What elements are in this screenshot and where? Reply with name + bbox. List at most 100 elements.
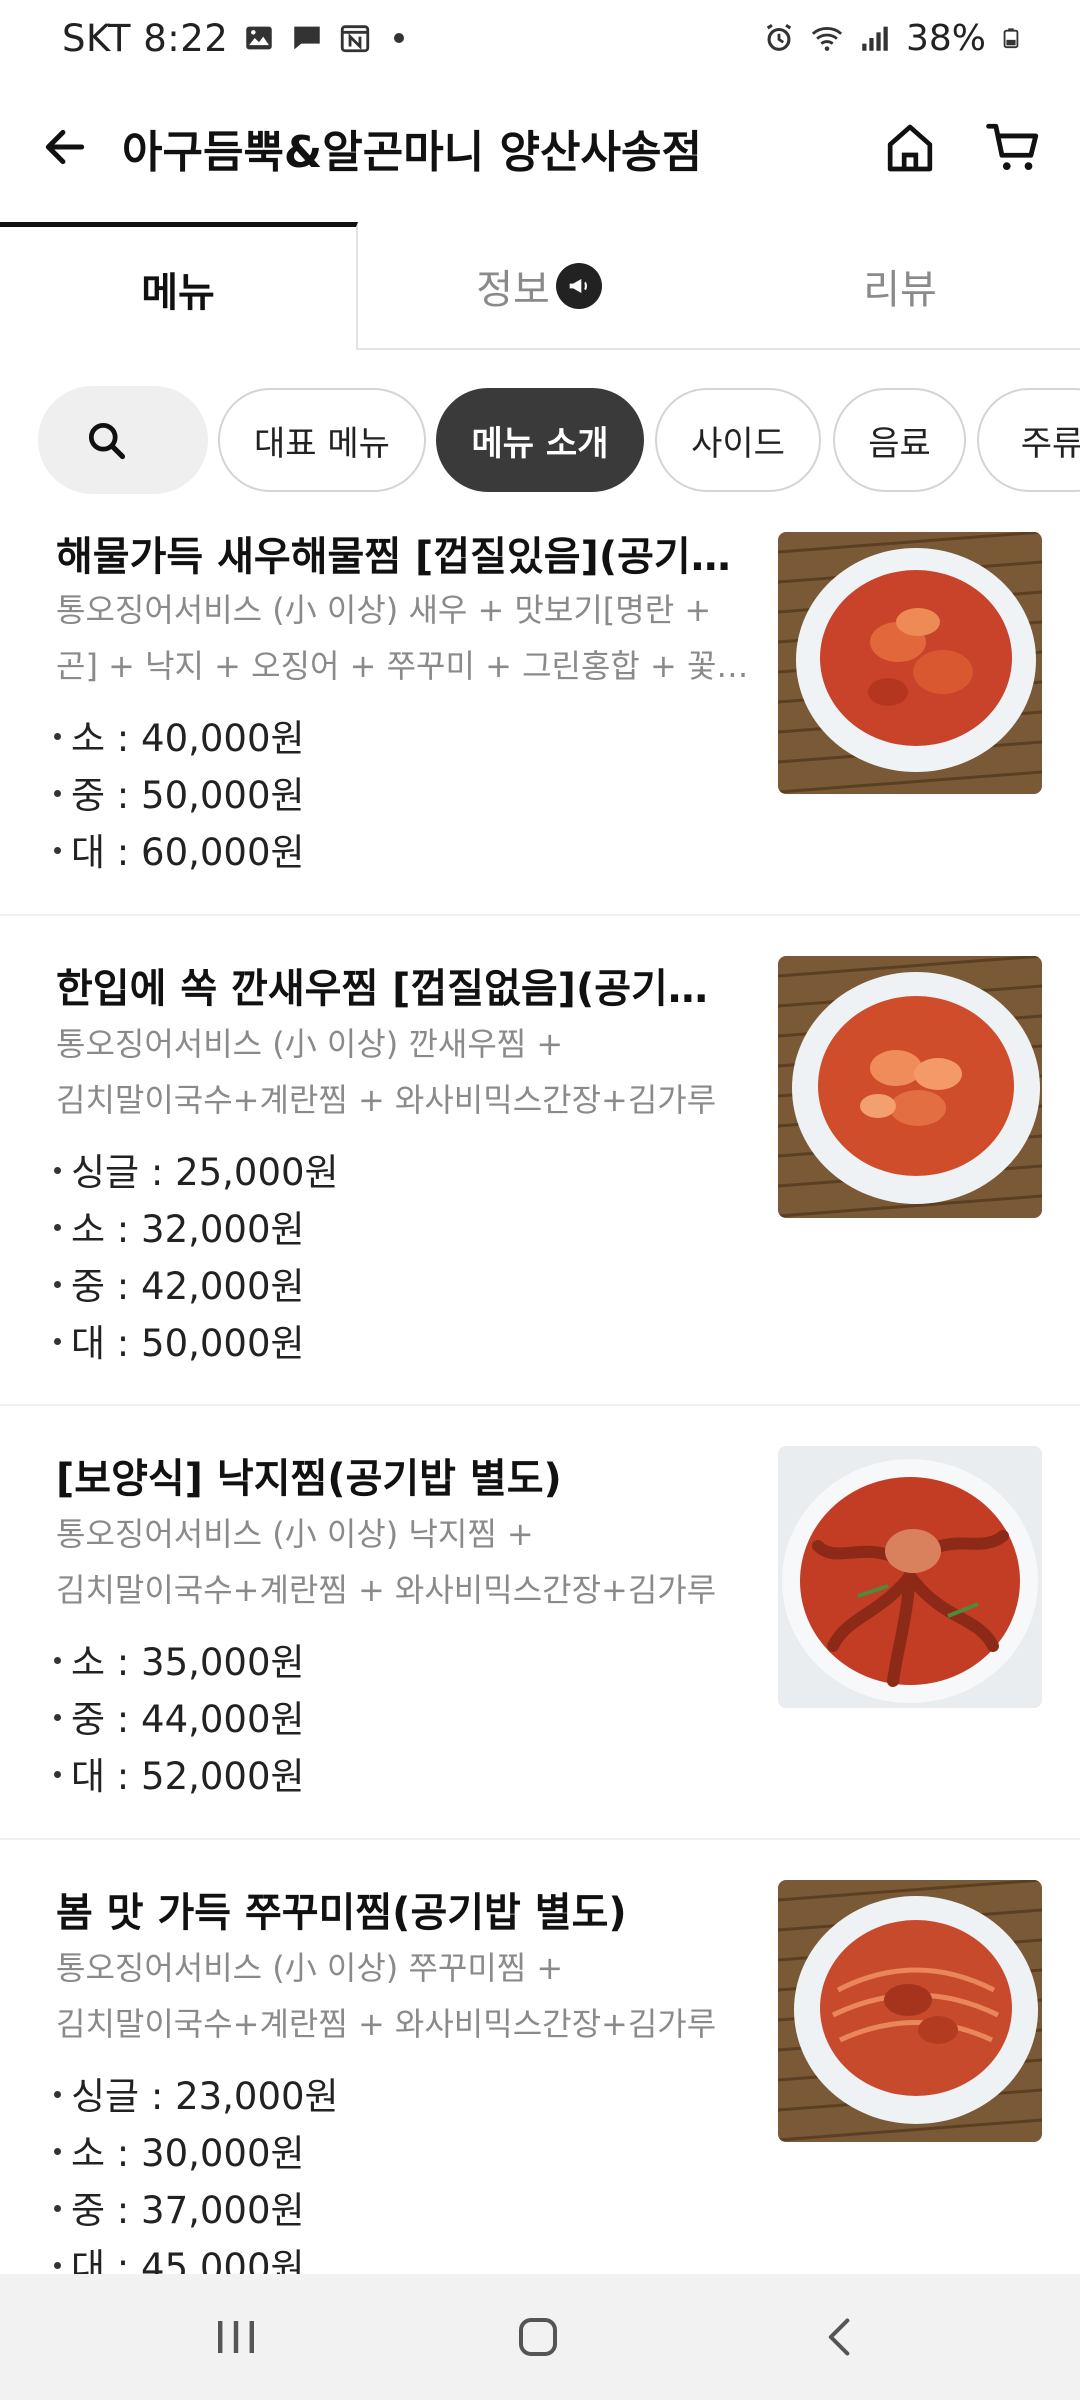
price-text: 싱글 : 23,000원	[71, 2075, 339, 2118]
price-row: 소 : 32,000원	[54, 1199, 305, 1253]
food-image	[778, 1880, 1042, 2142]
price-text: 대 : 52,000원	[71, 1755, 305, 1798]
chip-side[interactable]: 사이드	[655, 388, 821, 492]
tab-menu-label: 메뉴	[141, 269, 215, 316]
status-bar: SKT 8:22 38%	[0, 0, 1080, 76]
menu-search-button[interactable]	[38, 386, 208, 494]
menu-item-name: [보양식] 낙지찜(공기밥 별도)	[56, 1456, 562, 1502]
price-text: 중 : 42,000원	[71, 1265, 305, 1308]
menu-item-description: 통오징어서비스 (小 이상) 낙지찜 + 김치말이국수+계란찜 + 와사비믹스간…	[56, 1506, 768, 1618]
menu-list: 해물가득 새우해물찜 [껍질있음](공기… 통오징어서비스 (小 이상) 새우 …	[0, 512, 1080, 2274]
food-image	[778, 532, 1042, 794]
menu-item-description: 통오징어서비스 (小 이상) 깐새우찜 + 김치말이국수+계란찜 + 와사비믹스…	[56, 1016, 768, 1128]
menu-item-name: 해물가득 새우해물찜 [껍질있음](공기…	[56, 534, 731, 580]
menu-item-description: 통오징어서비스 (小 이상) 새우 + 맛보기[명란 + 곤] + 낙지 + 오…	[56, 582, 768, 694]
bullet	[54, 1714, 61, 1721]
bullet	[54, 1338, 61, 1345]
price-text: 중 : 37,000원	[71, 2189, 305, 2232]
price-row: 중 : 37,000원	[54, 2180, 305, 2234]
tab-info[interactable]: 정보	[358, 222, 720, 350]
price-text: 싱글 : 25,000원	[71, 1151, 339, 1194]
price-row: 대 : 45,000원	[54, 2237, 305, 2274]
menu-item[interactable]: [보양식] 낙지찜(공기밥 별도) 통오징어서비스 (小 이상) 낙지찜 + 김…	[0, 1408, 1080, 1840]
price-text: 소 : 35,000원	[71, 1641, 305, 1684]
price-row: 소 : 35,000원	[54, 1632, 305, 1686]
price-text: 대 : 50,000원	[71, 1322, 305, 1365]
menu-item-name: 봄 맛 가득 쭈꾸미찜(공기밥 별도)	[56, 1890, 627, 1936]
price-row: 싱글 : 23,000원	[54, 2066, 339, 2120]
store-tabs: 메뉴 정보 리뷰	[0, 222, 1080, 350]
description-line: 김치말이국수+계란찜 + 와사비믹스간장+김가루	[56, 1081, 717, 1119]
recent-apps-icon	[218, 2321, 254, 2353]
bullet	[54, 1657, 61, 1664]
status-left: SKT 8:22	[62, 12, 405, 64]
cart-icon	[986, 123, 1039, 170]
description-line: 통오징어서비스 (小 이상) 새우 + 맛보기[명란 +	[56, 591, 712, 629]
menu-item[interactable]: 봄 맛 가득 쭈꾸미찜(공기밥 별도) 통오징어서비스 (小 이상) 쭈꾸미찜 …	[0, 1842, 1080, 2274]
description-line: 통오징어서비스 (小 이상) 낙지찜 +	[56, 1515, 534, 1553]
home-icon	[887, 124, 933, 172]
status-time: SKT 8:22	[62, 16, 229, 60]
system-home-button[interactable]	[478, 2294, 598, 2380]
bullet	[54, 790, 61, 797]
notification-dot-icon	[394, 33, 405, 43]
description-line: 곤] + 낙지 + 오징어 + 쭈꾸미 + 그린홍합 + 꽃…	[56, 647, 749, 685]
menu-item[interactable]: 해물가득 새우해물찜 [껍질있음](공기… 통오징어서비스 (小 이상) 새우 …	[0, 512, 1080, 916]
menu-item[interactable]: 한입에 쏙 깐새우찜 [껍질없음](공기… 통오징어서비스 (小 이상) 깐새우…	[0, 918, 1080, 1406]
alarm-icon	[766, 23, 792, 51]
tab-review[interactable]: 리뷰	[720, 222, 1080, 350]
description-line: 통오징어서비스 (小 이상) 깐새우찜 +	[56, 1025, 564, 1063]
price-row: 중 : 42,000원	[54, 1256, 305, 1310]
chip-signature-menu[interactable]: 대표 메뉴	[218, 388, 426, 492]
arrow-left-icon	[45, 129, 85, 165]
price-row: 대 : 60,000원	[54, 822, 305, 876]
price-text: 소 : 32,000원	[71, 1208, 305, 1251]
bullet	[54, 1281, 61, 1288]
signal-icon	[862, 26, 888, 51]
chip-menu-intro[interactable]: 메뉴 소개	[436, 388, 644, 492]
bullet	[54, 1771, 61, 1778]
store-title: 아구듬뿍&알곤마니 양산사송점	[122, 127, 702, 178]
system-back-button[interactable]	[780, 2294, 900, 2380]
system-nav-bar	[0, 2274, 1080, 2400]
bullet	[54, 2148, 61, 2155]
recent-apps-button[interactable]	[176, 2294, 296, 2380]
search-icon	[88, 422, 126, 460]
cart-button[interactable]	[976, 110, 1052, 186]
price-text: 대 : 45,000원	[71, 2246, 305, 2274]
chip-drinks[interactable]: 음료	[833, 388, 966, 492]
home-button[interactable]	[872, 110, 948, 186]
description-line: 김치말이국수+계란찜 + 와사비믹스간장+김가루	[56, 1571, 717, 1609]
bullet	[54, 2091, 61, 2098]
price-row: 중 : 50,000원	[54, 765, 305, 819]
category-chips: 대표 메뉴 메뉴 소개 사이드 음료 주류	[0, 384, 1080, 496]
price-text: 대 : 60,000원	[71, 831, 305, 874]
system-back-icon	[828, 2318, 850, 2356]
wifi-icon	[811, 27, 843, 51]
menu-item-name: 한입에 쏙 깐새우찜 [껍질없음](공기…	[56, 966, 708, 1012]
system-home-icon	[519, 2318, 557, 2356]
price-row: 소 : 30,000원	[54, 2123, 305, 2177]
status-right: 38%	[762, 12, 1022, 64]
description-line: 통오징어서비스 (小 이상) 쭈꾸미찜 +	[56, 1949, 564, 1987]
app-header: 아구듬뿍&알곤마니 양산사송점	[0, 90, 1080, 210]
bullet	[54, 2205, 61, 2212]
tab-review-label: 리뷰	[863, 267, 937, 313]
bullet	[54, 847, 61, 854]
price-row: 소 : 40,000원	[54, 708, 305, 762]
gallery-icon	[246, 26, 273, 50]
back-button[interactable]	[30, 112, 100, 182]
tab-menu[interactable]: 메뉴	[0, 222, 358, 350]
price-row: 대 : 50,000원	[54, 1313, 305, 1367]
bullet	[54, 1167, 61, 1174]
bullet	[54, 1224, 61, 1231]
tab-info-label: 정보	[476, 267, 550, 313]
price-row: 싱글 : 25,000원	[54, 1142, 339, 1196]
chip-alcohol[interactable]: 주류	[977, 388, 1080, 492]
price-text: 중 : 50,000원	[71, 774, 305, 817]
price-row: 중 : 44,000원	[54, 1689, 305, 1743]
price-row: 대 : 52,000원	[54, 1746, 305, 1800]
message-icon	[294, 26, 321, 50]
battery-icon	[1003, 28, 1019, 49]
calendar-n-icon	[341, 25, 370, 53]
